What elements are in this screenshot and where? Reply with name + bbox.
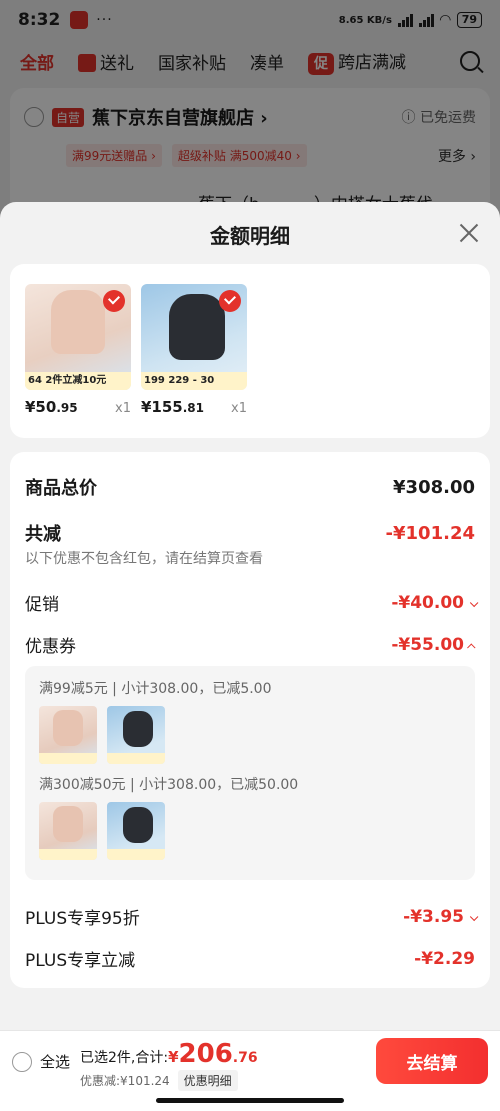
plus-instant-value: -¥2.29 [414,948,475,969]
checkmark-icon [103,290,125,312]
promotion-label: 促销 [25,595,59,615]
coupon-2-products [39,802,461,860]
total-discount-value: -¥101.24 [385,522,475,544]
product-image-shorts: 64 2件立减10元 [25,284,131,390]
amount-detail-sheet: 金额明细 64 2件立减10元 ¥50.95 x1 199 229 - 30 ¥… [0,202,500,1111]
goods-total-row: 商品总价 ¥308.00 [25,474,475,500]
total-amount-decimal: .76 [232,1050,258,1066]
discount-line: 优惠减:¥101.24 优惠明细 [80,1070,258,1091]
checkout-button[interactable]: 去结算 [376,1038,488,1084]
promotion-row[interactable]: 促销 -¥40.00 [25,590,479,615]
sheet-title: 金额明细 [210,223,290,248]
product-thumbnail-sun-hat [107,802,165,860]
product-item[interactable]: 199 229 - 30 ¥155.81 x1 [141,284,247,418]
chevron-down-icon [469,598,479,607]
plus-95-row[interactable]: PLUS专享95折 -¥3.95 [25,904,479,929]
total-line: 已选2件,合计: ¥ 206 .76 [80,1039,258,1069]
coupon-rule-1: 满99减5元 | 小计308.00，已减5.00 [39,681,272,697]
goods-total-label: 商品总价 [25,478,97,499]
selected-count-text: 已选2件,合计: [80,1050,169,1066]
discount-amount-text: 优惠减:¥101.24 [80,1074,170,1088]
product-image-sun-hat: 199 229 - 30 [141,284,247,390]
total-discount-label: 共减 [25,524,61,545]
total-amount-integer: 206 [178,1039,233,1069]
select-all-radio[interactable] [12,1051,32,1072]
coupon-1-products [39,706,461,764]
plus-instant-label: PLUS专享立减 [25,951,136,971]
selected-products: 64 2件立减10元 ¥50.95 x1 199 229 - 30 ¥155.8… [10,264,490,438]
coupon-value: -¥55.00 [391,635,476,655]
chevron-up-icon [467,642,476,652]
product-image-strip: 64 2件立减10元 [25,372,131,390]
sheet-header: 金额明细 [0,202,500,266]
select-all-label: 全选 [40,1053,71,1071]
close-icon[interactable] [458,222,480,244]
plus-95-label: PLUS专享95折 [25,909,140,929]
plus-95-value: -¥3.95 [403,907,479,927]
product-thumbnail-sun-hat [107,706,165,764]
product-price: ¥50.95 [25,398,78,416]
product-item[interactable]: 64 2件立减10元 ¥50.95 x1 [25,284,131,418]
product-thumbnail-shorts [39,802,97,860]
order-summary: 已选2件,合计: ¥ 206 .76 优惠减:¥101.24 优惠明细 [80,1039,258,1091]
coupon-rule-2: 满300减50元 | 小计308.00，已减50.00 [39,777,299,793]
promotion-value: -¥40.00 [391,593,479,613]
discount-note: 以下优惠不包含红包，请在结算页查看 [25,551,263,567]
product-price: ¥155.81 [141,398,205,416]
product-image-strip: 199 229 - 30 [141,372,247,390]
coupon-label: 优惠券 [25,637,76,657]
home-indicator [156,1098,344,1103]
plus-instant-row: PLUS专享立减 -¥2.29 [25,946,475,972]
goods-total-value: ¥308.00 [393,476,475,498]
currency-symbol: ¥ [168,1048,179,1066]
total-discount-row: 共减 -¥101.24 [25,520,475,546]
product-quantity: x1 [115,401,131,416]
discount-detail-button[interactable]: 优惠明细 [177,1070,238,1091]
coupon-row[interactable]: 优惠券 -¥55.00 [25,632,476,657]
product-quantity: x1 [231,401,247,416]
price-breakdown: 商品总价 ¥308.00 共减 -¥101.24 以下优惠不包含红包，请在结算页… [10,452,490,988]
coupon-detail-box: 满99减5元 | 小计308.00，已减5.00 满300减50元 | 小计30… [25,666,475,880]
product-thumbnail-shorts [39,706,97,764]
checkmark-icon [219,290,241,312]
chevron-down-icon [469,912,479,921]
select-all-toggle[interactable]: 全选 [12,1051,70,1072]
